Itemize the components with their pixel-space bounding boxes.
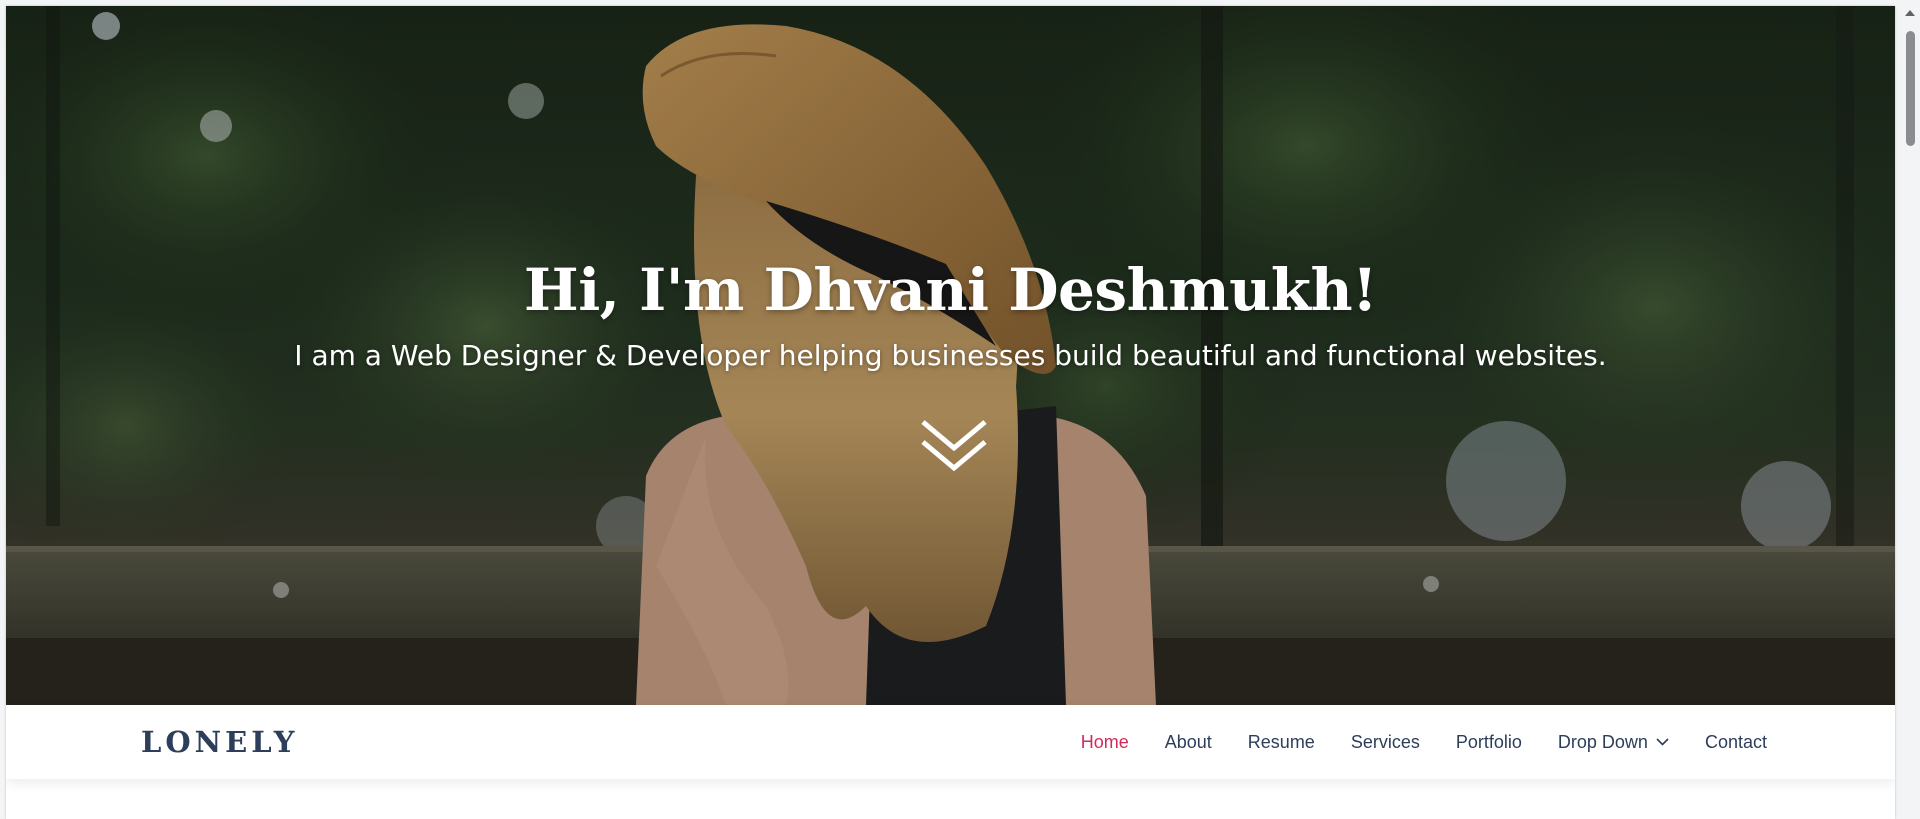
nav-link-drop-down[interactable]: Drop Down <box>1558 732 1669 753</box>
nav-menu: Home About Resume Services Portfolio Dro… <box>1045 705 1767 779</box>
main-navbar: LONELY Home About Resume Services Portfo… <box>6 705 1895 779</box>
page-scrollbar[interactable] <box>1901 6 1920 819</box>
site-logo[interactable]: LONELY <box>141 725 299 759</box>
nav-link-contact[interactable]: Contact <box>1705 732 1767 753</box>
nav-link-portfolio[interactable]: Portfolio <box>1456 732 1522 753</box>
nav-item-home: Home <box>1081 732 1129 753</box>
nav-link-home[interactable]: Home <box>1081 732 1129 753</box>
browser-viewport: Hi, I'm Dhvani Deshmukh! I am a Web Desi… <box>6 6 1895 819</box>
scrollbar-thumb[interactable] <box>1906 31 1915 146</box>
hero-section: Hi, I'm Dhvani Deshmukh! I am a Web Desi… <box>6 6 1895 705</box>
chevron-down-icon <box>1656 738 1669 746</box>
nav-item-drop-down: Drop Down <box>1558 732 1669 753</box>
nav-link-drop-down-label: Drop Down <box>1557 731 1648 752</box>
nav-item-about: About <box>1165 732 1212 753</box>
nav-item-services: Services <box>1351 732 1420 753</box>
hero-title: Hi, I'm Dhvani Deshmukh! <box>523 256 1378 324</box>
nav-link-resume[interactable]: Resume <box>1248 732 1315 753</box>
double-chevron-down-icon[interactable] <box>919 416 989 478</box>
nav-link-services[interactable]: Services <box>1351 732 1420 753</box>
hero-subtitle: I am a Web Designer & Developer helping … <box>294 339 1607 372</box>
nav-item-portfolio: Portfolio <box>1456 732 1522 753</box>
nav-item-resume: Resume <box>1248 732 1315 753</box>
nav-link-about[interactable]: About <box>1165 732 1212 753</box>
scroll-up-arrow-icon[interactable] <box>1905 10 1915 16</box>
nav-item-contact: Contact <box>1705 732 1767 753</box>
hero-content: Hi, I'm Dhvani Deshmukh! I am a Web Desi… <box>6 6 1895 705</box>
